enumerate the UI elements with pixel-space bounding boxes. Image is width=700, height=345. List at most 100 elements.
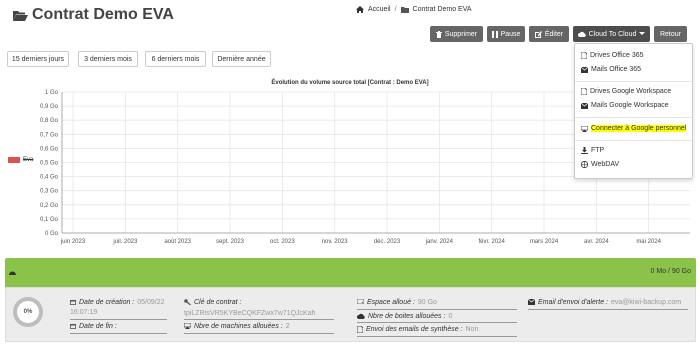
x-tick-label: août 2023 bbox=[164, 239, 191, 245]
y-tick-label: 0,4 Go bbox=[40, 175, 59, 181]
menu-item-label: WebDAV bbox=[591, 161, 620, 168]
file-icon bbox=[581, 88, 587, 95]
y-tick-label: 0,8 Go bbox=[40, 118, 59, 124]
mailboxes-label: Nbre de boites allouées : bbox=[368, 313, 446, 320]
menu-item-mails-office365[interactable]: Mails Office 365 bbox=[581, 66, 641, 73]
desktop-icon bbox=[581, 125, 588, 132]
contract-key-value: tpiLZRtsVR5KYBeCQKFZwx7w71QJcKah bbox=[184, 310, 316, 317]
menu-item-label: Connecter à Google personnel bbox=[591, 125, 687, 132]
menu-item-connect-google-personal[interactable]: Connecter à Google personnel bbox=[581, 125, 687, 132]
breadcrumb: Accueil / Contrat Demo EVA bbox=[356, 6, 472, 13]
envelope-icon bbox=[581, 102, 588, 109]
y-tick-label: 0,6 Go bbox=[40, 146, 59, 152]
x-tick-label: juin 2023 bbox=[60, 239, 86, 245]
back-button[interactable]: Retour bbox=[654, 26, 687, 42]
field-underline bbox=[528, 309, 688, 310]
menu-item-drives-google-workspace[interactable]: Drives Google Workspace bbox=[581, 88, 671, 95]
y-tick-label: 0 Go bbox=[45, 231, 59, 237]
menu-item-ftp[interactable]: FTP bbox=[581, 147, 604, 154]
pause-label: Pause bbox=[500, 30, 521, 38]
page-title: Contrat Demo EVA bbox=[12, 6, 174, 24]
storage-usage-text: 0 Mo / 90 Go bbox=[650, 268, 691, 275]
y-tick-label: 0,9 Go bbox=[40, 104, 59, 110]
edit-button[interactable]: Éditer bbox=[529, 26, 569, 42]
file-icon bbox=[581, 52, 587, 59]
y-tick-label: 0,3 Go bbox=[40, 189, 59, 195]
end-date-label: Date de fin : bbox=[79, 323, 117, 330]
globe-icon bbox=[581, 161, 588, 168]
range-6-months-button[interactable]: 6 derniers mois bbox=[145, 51, 206, 67]
x-tick-label: mai 2024 bbox=[636, 239, 661, 245]
machines-value: 2 bbox=[285, 323, 290, 330]
folder-icon bbox=[400, 7, 409, 13]
field-underline bbox=[357, 336, 517, 337]
machines-field: Nbre de machines allouées : 2 bbox=[184, 323, 290, 330]
storage-status-bar: 0 Mo / 90 Go bbox=[5, 258, 696, 287]
summary-emails-label: Envoi des emails de synthèse : bbox=[366, 326, 463, 333]
file-icon bbox=[357, 326, 363, 333]
range-3-months-button[interactable]: 3 derniers mois bbox=[78, 51, 138, 67]
created-date-field: Date de création : 05/09/22 bbox=[70, 299, 165, 306]
key-icon bbox=[184, 299, 191, 305]
field-underline bbox=[357, 309, 517, 310]
menu-item-webdav[interactable]: WebDAV bbox=[581, 161, 619, 168]
back-label: Retour bbox=[659, 30, 681, 38]
envelope-icon bbox=[581, 66, 588, 73]
allocated-space-field: Espace alloué : 90 Go bbox=[357, 299, 437, 306]
range-15-days-button[interactable]: 15 derniers jours bbox=[7, 51, 69, 67]
pause-button[interactable]: Pause bbox=[487, 26, 525, 42]
usage-percent-gauge: 0% bbox=[13, 297, 43, 327]
menu-item-label: Drives Office 365 bbox=[590, 52, 644, 59]
folder-open-icon bbox=[13, 10, 28, 21]
alert-email-label: Email d'envoi d'alerte : bbox=[538, 299, 608, 306]
edit-icon bbox=[534, 30, 542, 38]
menu-item-label: Mails Office 365 bbox=[591, 66, 642, 73]
cloud-to-cloud-dropdown-button[interactable]: Cloud To Cloud bbox=[573, 26, 650, 42]
x-tick-label: déc. 2023 bbox=[374, 239, 401, 245]
end-date-field: Date de fin : bbox=[70, 323, 117, 330]
caret-down-icon bbox=[639, 32, 646, 35]
page-title-text: Contrat Demo EVA bbox=[32, 6, 174, 23]
menu-item-label: Mails Google Workspace bbox=[591, 102, 669, 109]
breadcrumb-current: Contrat Demo EVA bbox=[412, 6, 472, 13]
x-tick-label: févr. 2024 bbox=[478, 239, 505, 245]
menu-divider bbox=[575, 81, 692, 82]
summary-emails-field: Envoi des emails de synthèse : Non bbox=[357, 326, 478, 333]
mailboxes-field: Nbre de boites allouées : 0 bbox=[357, 313, 452, 320]
contract-key-label: Clé de contrat : bbox=[194, 299, 242, 306]
field-underline bbox=[70, 333, 167, 334]
edit-label: Éditer bbox=[544, 30, 564, 38]
cloud-icon bbox=[577, 31, 586, 37]
field-underline bbox=[184, 333, 334, 334]
trash-icon bbox=[435, 30, 442, 38]
range-last-year-button[interactable]: Dernière année bbox=[212, 51, 271, 67]
breadcrumb-home[interactable]: Accueil bbox=[368, 6, 391, 13]
menu-item-label: Drives Google Workspace bbox=[590, 88, 672, 95]
cloud-to-cloud-label: Cloud To Cloud bbox=[588, 30, 637, 38]
hard-drive-icon bbox=[357, 299, 364, 304]
menu-item-drives-office365[interactable]: Drives Office 365 bbox=[581, 52, 644, 59]
delete-button[interactable]: Supprimer bbox=[430, 26, 483, 42]
x-tick-label: oct. 2023 bbox=[270, 239, 295, 245]
breadcrumb-separator: / bbox=[394, 6, 397, 13]
desktop-icon bbox=[184, 323, 191, 329]
field-underline bbox=[70, 319, 167, 320]
y-tick-label: 0,7 Go bbox=[40, 132, 59, 138]
y-tick-label: 0,2 Go bbox=[40, 203, 59, 209]
x-tick-label: janv. 2024 bbox=[425, 239, 454, 245]
menu-divider bbox=[575, 140, 692, 141]
pause-icon bbox=[491, 30, 498, 38]
alert-email-field: Email d'envoi d'alerte : eva@kiwi-backup… bbox=[528, 299, 681, 306]
cloud-to-cloud-menu: Drives Office 365 Mails Office 365 Drive… bbox=[574, 43, 693, 179]
machines-label: Nbre de machines allouées : bbox=[194, 323, 283, 330]
menu-item-mails-google-workspace[interactable]: Mails Google Workspace bbox=[581, 102, 669, 109]
delete-label: Supprimer bbox=[444, 30, 478, 38]
y-tick-label: 0,1 Go bbox=[40, 217, 59, 223]
summary-emails-value: Non bbox=[465, 326, 479, 333]
envelope-icon bbox=[528, 299, 535, 305]
download-icon bbox=[581, 147, 588, 154]
created-date-label: Date de création : bbox=[79, 299, 135, 306]
created-date-value: 05/09/22 bbox=[137, 299, 165, 306]
mailboxes-value: 0 bbox=[448, 313, 453, 320]
x-tick-label: juil. 2023 bbox=[112, 239, 138, 245]
